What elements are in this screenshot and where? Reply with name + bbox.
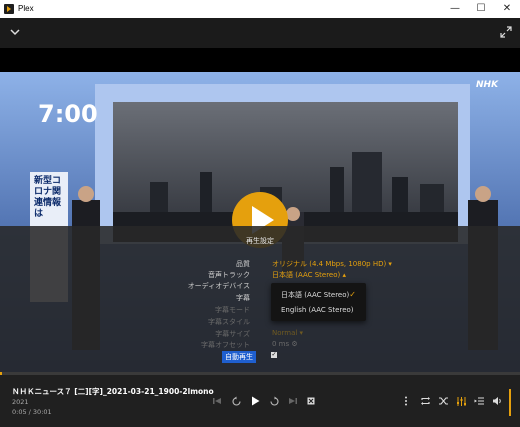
autoplay-label: 自動再生 [222,351,256,363]
subtitle-style-label: 字幕スタイル [208,318,250,326]
progress-track[interactable] [0,372,520,375]
quality-select[interactable]: オリジナル (4.4 Mbps, 1080p HD) ▾ [272,259,392,269]
settings-panel-title: 再生設定 [246,237,274,245]
now-playing-time: 0:05 / 30:01 [12,408,52,416]
subtitle-size-select[interactable]: Normal ▾ [272,329,303,337]
repeat-icon[interactable] [418,394,432,408]
audio-option-english[interactable]: English (AAC Stereo) [281,306,354,314]
plex-app-icon [4,4,14,14]
close-window-button[interactable]: ✕ [494,0,520,18]
audio-track-select[interactable]: 日本語 (AAC Stereo) ▴ [272,270,346,280]
volume-icon[interactable] [490,394,504,408]
player-top-bar [0,18,520,48]
selected-check-icon: ✓ [349,290,356,299]
more-icon[interactable] [399,394,413,408]
subtitle-offset-value[interactable]: 0 ms ⚙ [272,340,298,348]
maximize-button[interactable]: ☐ [468,0,494,18]
audio-track-dropdown: 日本語 (AAC Stereo) ✓ English (AAC Stereo) [271,283,366,321]
forward-30-icon[interactable] [267,394,281,408]
side-banner: 新型コロナ関連情報は [34,176,62,219]
minimize-button[interactable]: — [442,0,468,18]
quality-label: 品質 [236,260,250,268]
collapse-icon[interactable] [9,26,21,38]
subtitle-size-label: 字幕サイズ [215,330,250,338]
now-playing-title: ＮＨＫニュース７ [二][字]_2021-03-21_1900-2lmono [12,387,214,396]
replay-10-icon[interactable] [229,394,243,408]
shuffle-icon[interactable] [436,394,450,408]
volume-level-bar[interactable] [509,389,511,416]
autoplay-checkbox[interactable]: ✓ [271,352,277,358]
stop-icon[interactable] [304,394,318,408]
window-titlebar: Plex — ☐ ✕ [0,0,520,18]
fullscreen-icon[interactable] [500,26,512,38]
broadcaster-logo: NHK [476,80,499,90]
news-clock: 7:00 [38,100,98,128]
skip-previous-icon[interactable] [210,394,224,408]
subtitles-label: 字幕 [236,294,250,302]
subtitle-offset-label: 字幕オフセット [201,341,250,349]
audio-device-label: オーディオデバイス [187,282,250,290]
subtitle-mode-label: 字幕モード [215,306,250,314]
playlist-icon[interactable] [472,394,486,408]
skip-next-icon[interactable] [286,394,300,408]
window-title: Plex [18,4,34,13]
audio-option-japanese[interactable]: 日本語 (AAC Stereo) [281,290,349,300]
progress-fill [0,372,2,375]
settings-sliders-icon[interactable] [454,394,468,408]
audio-track-label: 音声トラック [208,271,250,279]
pause-icon[interactable] [248,394,262,408]
playback-settings-panel [0,226,520,372]
now-playing-year: 2021 [12,398,29,406]
